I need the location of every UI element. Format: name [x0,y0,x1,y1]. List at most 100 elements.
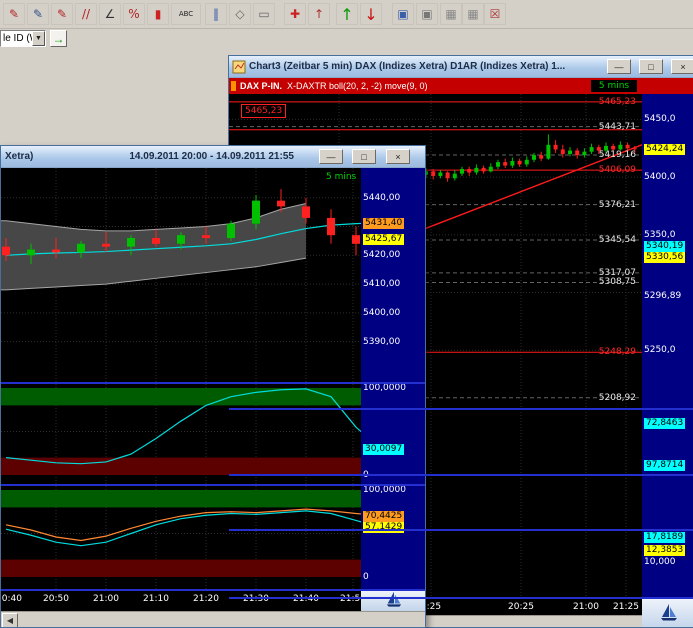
panel-separator [1,589,426,591]
oscillator-scale-label: 0 [363,572,369,583]
snapshot-icon[interactable]: ▣ [416,3,438,25]
price-scale-label: 5250,0 [644,345,676,356]
study-label: X-DAXTR boll(20, 2, -2) move(9, 0) [287,81,428,91]
banner-color-mark [231,81,236,91]
price-scale-label: 5431,40 [363,218,404,229]
layout-delete-icon[interactable]: ☒ [484,3,506,25]
price-scale-label: 5400,0 [644,172,676,183]
minimize-button[interactable]: — [319,149,343,164]
draw-parallel-lines-icon[interactable]: // [75,3,97,25]
time-label: 21:00 [573,602,599,612]
text-tool-icon[interactable]: ABC [171,3,201,25]
box-tool-icon[interactable]: ▭ [253,3,275,25]
sail-logo-icon [659,602,679,627]
oscillator-scale-label: 30,0097 [363,444,404,455]
chart2-time-axis[interactable]: 20:4020:5021:0021:1021:2021:3021:4021:50 [1,591,361,611]
chart3-title: Chart3 (Zeitbar 5 min) DAX (Indizes Xetr… [249,61,565,72]
timeframe-label: 5 mins [326,172,356,182]
price-scale-label: 5424,24 [644,144,685,155]
draw-percent-line-icon[interactable]: ✎ [51,3,73,25]
chart2-window: Xetra) 14.09.2011 20:00 - 14.09.2011 21:… [0,145,426,628]
chart3-price-scale[interactable]: 5450,0 5424,24 5400,0 5350,05340,195330,56 5… [642,94,693,599]
chart2-corner-cell[interactable] [361,591,426,611]
panel-separator [1,382,426,384]
bar-marker-icon[interactable]: ▮ [147,3,169,25]
oscillator-scale-label: 100,0000 [363,485,406,496]
chart2-title-clipped: Xetra) [5,151,33,162]
id-combobox[interactable]: le ID (W ▼ [0,30,46,47]
secondary-toolbar: le ID (W ▼ → [0,30,693,48]
draw-angle-icon[interactable]: ∠ [99,3,121,25]
close-button[interactable]: × [671,59,693,74]
chart2-date-range: 14.09.2011 20:00 - 14.09.2011 21:55 [129,151,294,162]
price-scale-label: 5400,00 [363,308,400,319]
arrow-up-small-icon[interactable]: ↑ [308,3,330,25]
chart-window-icon[interactable]: ▣ [392,3,414,25]
time-label: 21:30 [243,594,269,604]
scroll-left-button[interactable]: ◀ [2,613,18,628]
chevron-down-icon[interactable]: ▼ [32,31,45,46]
time-label: 21:40 [293,594,319,604]
price-scale-label: 5340,19 [644,241,685,252]
price-scale-label: 5296,89 [644,291,681,302]
oscillator-scale-label: 72,8463 [644,418,685,429]
minimize-button[interactable]: — [607,59,631,74]
instrument-banner: DAX P-IN. X-DAXTR boll(20, 2, -2) move(9… [229,78,693,94]
time-label: 20:25 [508,602,534,612]
price-scale-label: 5450,0 [644,114,676,125]
oscillator-scale-label: 97,8714 [644,460,685,471]
price-scale-label: 5350,0 [644,230,676,241]
draw-fibonacci-icon[interactable]: % [123,3,145,25]
chart3-titlebar[interactable]: Chart3 (Zeitbar 5 min) DAX (Indizes Xetr… [229,56,693,78]
price-scale-label: 5440,00 [363,193,400,204]
panel-separator [229,529,693,531]
layout-grid-a-icon[interactable]: ▦ [440,3,462,25]
pause-icon[interactable]: ‖ [205,3,227,25]
panel-separator [1,484,426,486]
timeframe-label: 5 mins [599,81,629,91]
maximize-button[interactable]: □ [639,59,663,74]
oscillator-scale-label: 12,3853 [644,545,685,556]
layout-grid-b-icon[interactable]: ▦ [462,3,484,25]
add-marker-icon[interactable]: ✚ [284,3,306,25]
close-button[interactable]: × [386,149,410,164]
time-label: 21:20 [193,594,219,604]
chart-window-icon [232,60,246,74]
oscillator-scale-label: 70,4425 [363,511,404,522]
arrow-buy-icon[interactable]: ↑ [336,3,358,25]
oscillator-scale-label: 100,0000 [363,383,406,394]
arrow-sell-icon[interactable]: ↓ [360,3,382,25]
go-button[interactable]: → [50,30,67,47]
combobox-value: le ID (W [1,33,32,44]
price-scale-label: 5420,00 [363,250,400,261]
maximize-button[interactable]: □ [352,149,376,164]
chart3-corner-cell[interactable] [642,599,693,628]
instrument-name: DAX P-IN. [240,81,282,91]
time-label: 21:10 [143,594,169,604]
draw-pencil-icon[interactable]: ✎ [3,3,25,25]
price-scale-label: 5330,56 [644,252,685,263]
timeframe-badge: 5 mins [591,80,637,92]
chart2-price-scale[interactable]: 5440,00 5431,40 5425,67 5420,00 5410,00 5400,… [361,168,426,591]
time-label: 20:40 [0,594,22,604]
panel-separator [229,474,693,476]
time-label: 20:50 [43,594,69,604]
sail-logo-icon [385,590,403,613]
time-label: 21:25 [613,602,639,612]
drawing-toolbar: ✎✎✎//∠%▮ABC‖◇▭✚↑↑↓▣▣▦▦☒ [0,0,693,29]
oscillator-scale-label: 17,8189 [644,532,685,543]
green-arrow-icon: → [53,32,65,46]
trading-application: ✎✎✎//∠%▮ABC‖◇▭✚↑↑↓▣▣▦▦☒ le ID (W ▼ → Cha… [0,0,693,628]
price-scale-label: 5410,00 [363,279,400,290]
price-scale-label: 5390,00 [363,337,400,348]
draw-trendline-icon[interactable]: ✎ [27,3,49,25]
oscillator-scale-label: 10,000 [644,557,676,568]
chart2-titlebar[interactable]: Xetra) 14.09.2011 20:00 - 14.09.2011 21:… [1,146,425,168]
panel-separator [229,597,693,599]
diamond-tool-icon[interactable]: ◇ [229,3,251,25]
chart2-scrollbar[interactable]: ◀ [1,611,426,628]
oscillator-scale-label: 57,1429 [363,522,404,533]
price-scale-label: 5425,67 [363,234,404,245]
panel-separator [229,408,693,410]
chart2-plot-area[interactable] [1,168,361,591]
